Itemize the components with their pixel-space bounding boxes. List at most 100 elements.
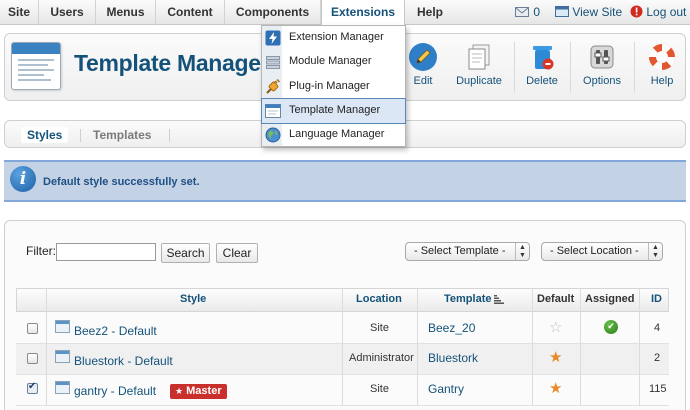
updown-arrows-icon: ▲ ▼: [648, 243, 662, 260]
column-divider: [46, 288, 47, 406]
duplicate-label: Duplicate: [456, 75, 502, 87]
info-icon: i: [10, 166, 36, 192]
menu-item-label: Extension Manager: [289, 31, 384, 43]
tab-templates[interactable]: Templates: [93, 127, 151, 143]
select-template-value: - Select Template -: [414, 245, 506, 257]
tab-divider: [80, 129, 81, 142]
menu-menus[interactable]: Menus: [96, 0, 156, 25]
row-checkbox-checked[interactable]: [27, 381, 38, 394]
logout-icon: [630, 5, 643, 18]
updown-arrows-icon: ▲ ▼: [515, 243, 529, 260]
template-link[interactable]: Bluestork: [428, 351, 478, 365]
delete-button[interactable]: Delete: [522, 42, 562, 94]
template-link[interactable]: Gantry: [428, 382, 464, 396]
menu-components[interactable]: Components: [225, 0, 321, 25]
checkmark-icon: ✔: [604, 320, 618, 334]
column-divider: [417, 288, 418, 406]
filter-input[interactable]: [56, 243, 156, 261]
star-filled-icon: ★: [549, 379, 563, 397]
module-icon: [266, 56, 280, 69]
menu-item-language-manager[interactable]: Language Manager: [262, 123, 405, 147]
menu-item-label: Template Manager: [289, 104, 381, 116]
select-location-dropdown[interactable]: - Select Location - ▲ ▼: [541, 242, 663, 261]
messages-icon: [515, 7, 529, 17]
page-title: Template Manager: [74, 50, 270, 76]
edit-button[interactable]: Edit: [406, 42, 440, 94]
style-link[interactable]: gantry - Default: [74, 384, 156, 398]
globe-icon: [265, 127, 281, 143]
star-icon: ★: [175, 387, 184, 397]
menu-item-template-manager[interactable]: Template Manager: [261, 98, 406, 124]
pencil-icon: [409, 43, 437, 71]
column-header-default: Default: [537, 293, 575, 305]
view-site-label: View Site: [572, 5, 623, 19]
logout-link[interactable]: Log out: [630, 0, 686, 25]
message-text: Default style successfully set.: [43, 176, 200, 188]
logout-label: Log out: [646, 5, 687, 19]
id-cell: 115: [649, 383, 667, 395]
template-icon: [265, 104, 281, 118]
messages-link[interactable]: 0: [515, 0, 540, 25]
search-button[interactable]: Search: [161, 243, 210, 263]
lightning-icon: [265, 30, 281, 46]
select-location-value: - Select Location -: [550, 245, 639, 257]
id-cell: 4: [654, 322, 661, 334]
column-header-id[interactable]: ID: [651, 293, 662, 305]
menu-site[interactable]: Site: [0, 0, 39, 25]
toolbar-divider: [514, 42, 515, 92]
star-outline-icon[interactable]: ☆: [549, 320, 562, 335]
row-checkbox[interactable]: [27, 353, 38, 364]
template-preview-icon[interactable]: [55, 320, 70, 333]
menu-users[interactable]: Users: [39, 0, 96, 25]
menu-item-label: Module Manager: [289, 55, 372, 67]
toolbar-divider: [634, 42, 635, 92]
menu-content[interactable]: Content: [156, 0, 225, 25]
template-preview-icon[interactable]: [55, 381, 70, 394]
options-icon: [590, 45, 614, 69]
menu-help[interactable]: Help: [405, 0, 455, 25]
row-checkbox[interactable]: [27, 323, 38, 334]
menu-item-extension-manager[interactable]: Extension Manager: [262, 26, 405, 50]
menu-item-label: Language Manager: [289, 128, 385, 140]
duplicate-button[interactable]: Duplicate: [452, 42, 506, 94]
menu-item-module-manager[interactable]: Module Manager: [262, 50, 405, 74]
column-divider: [580, 288, 581, 406]
id-cell: 2: [654, 352, 661, 364]
star-filled-icon: ★: [549, 348, 563, 366]
column-divider: [342, 288, 343, 406]
column-divider: [639, 288, 640, 406]
clear-button[interactable]: Clear: [216, 243, 258, 263]
template-preview-icon[interactable]: [55, 350, 70, 363]
edit-label: Edit: [413, 75, 433, 87]
master-badge: ★ Master: [170, 384, 227, 399]
location-cell: Site: [370, 322, 389, 334]
filter-label: Filter:: [26, 244, 56, 258]
menu-item-plugin-manager[interactable]: Plug-in Manager: [262, 75, 405, 99]
view-site-link[interactable]: View Site: [555, 0, 622, 25]
sort-icon: [494, 295, 504, 304]
template-manager-icon: [11, 42, 61, 90]
column-header-assigned: Assigned: [585, 293, 635, 305]
column-header-template[interactable]: Template: [444, 293, 491, 305]
select-template-dropdown[interactable]: - Select Template - ▲ ▼: [405, 242, 530, 261]
tab-divider: [169, 129, 170, 142]
tab-styles[interactable]: Styles: [21, 127, 69, 143]
column-header-style[interactable]: Style: [180, 293, 206, 305]
help-label: Help: [650, 75, 674, 87]
options-button[interactable]: Options: [580, 42, 624, 94]
location-cell: Administrator: [349, 352, 414, 364]
menu-extensions[interactable]: Extensions: [321, 0, 405, 26]
location-cell: Site: [370, 383, 389, 395]
toolbar-divider: [570, 42, 571, 92]
messages-count: 0: [533, 5, 541, 19]
style-link[interactable]: Bluestork - Default: [74, 354, 173, 368]
lifebuoy-icon: [649, 43, 675, 71]
style-link[interactable]: Beez2 - Default: [74, 324, 157, 338]
plug-icon: [266, 79, 281, 94]
options-label: Options: [583, 75, 621, 87]
column-header-location[interactable]: Location: [356, 293, 402, 305]
trash-icon: [533, 46, 554, 70]
help-button[interactable]: Help: [644, 42, 680, 94]
column-divider: [532, 288, 533, 406]
template-link[interactable]: Beez_20: [428, 321, 475, 335]
